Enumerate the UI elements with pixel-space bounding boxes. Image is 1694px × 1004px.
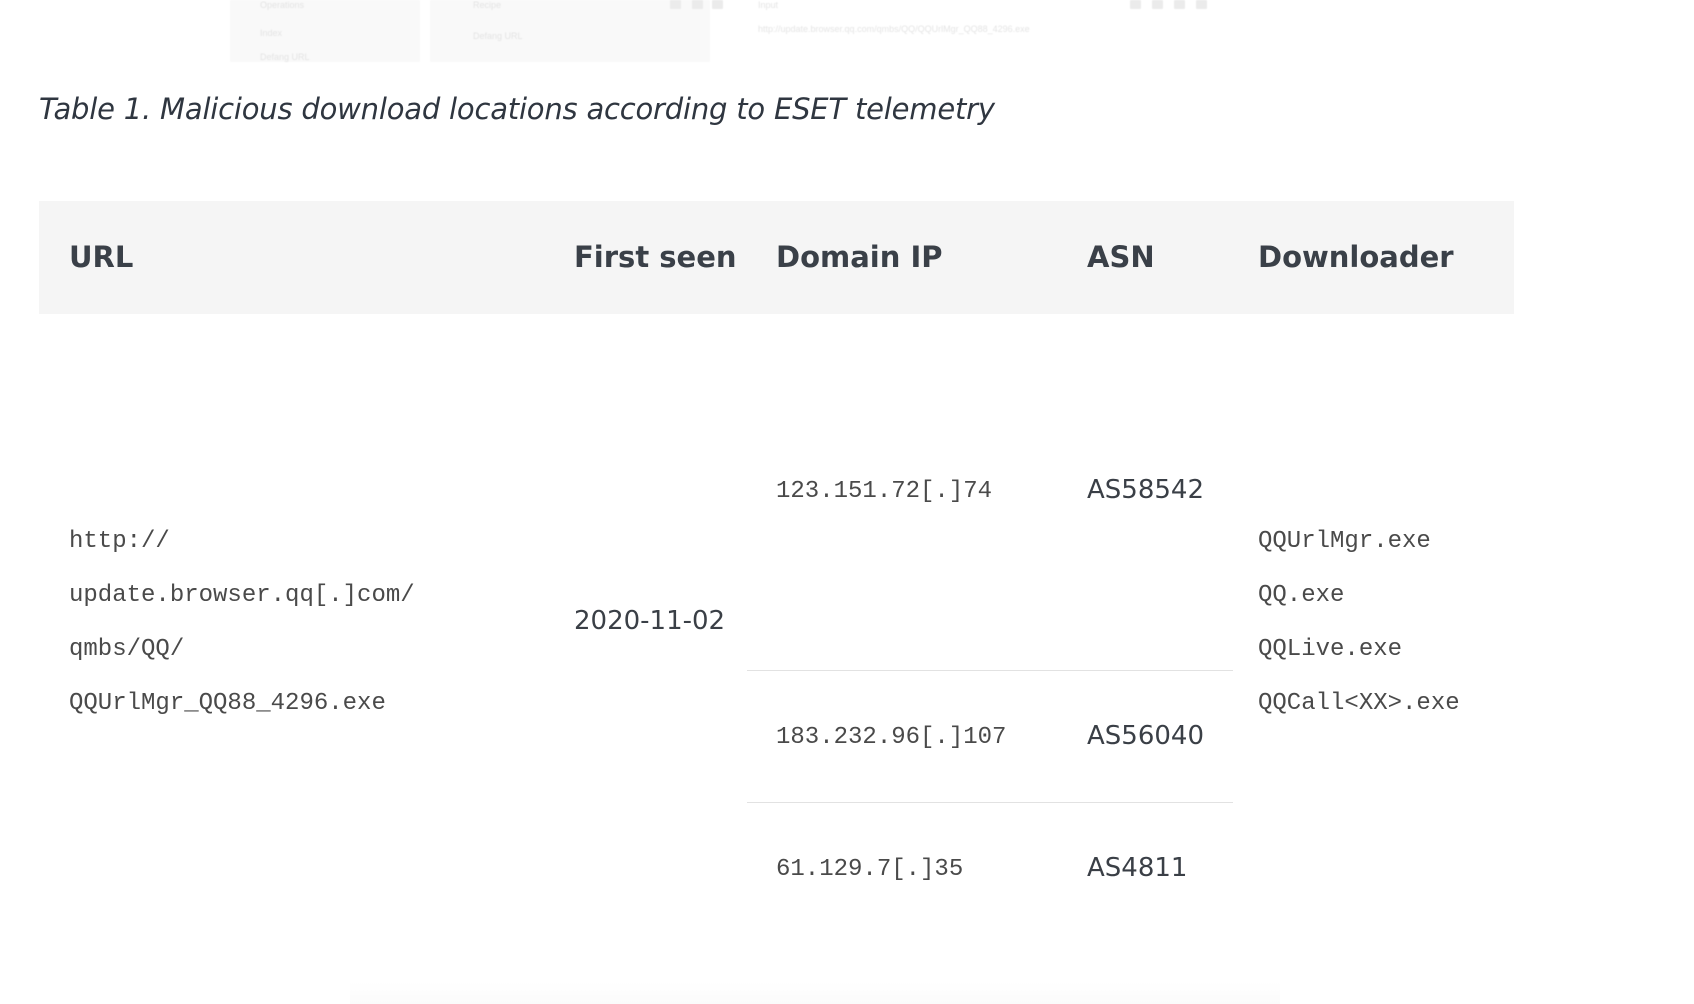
ghost-delete-icon bbox=[1174, 0, 1185, 9]
background-footer-ghost bbox=[350, 982, 1280, 1004]
background-app-ghost: Operations Index Defang URL Recipe Defan… bbox=[230, 0, 1280, 62]
header-domain-ip: Domain IP bbox=[776, 240, 943, 274]
header-asn: ASN bbox=[1087, 240, 1155, 274]
url-line: update.browser.qq[.]com/ bbox=[69, 582, 415, 609]
ghost-operations-label: Operations bbox=[260, 0, 305, 10]
asn-value: AS4811 bbox=[1087, 853, 1188, 883]
row-divider bbox=[747, 802, 1233, 803]
domain-ip: 183.232.96[.]107 bbox=[776, 724, 1007, 751]
ghost-layout-icon bbox=[1196, 0, 1207, 9]
first-seen-date: 2020-11-02 bbox=[574, 606, 726, 636]
downloader-item: QQUrlMgr.exe bbox=[1258, 528, 1431, 555]
domain-ip: 61.129.7[.]35 bbox=[776, 856, 964, 883]
row-divider bbox=[747, 670, 1233, 671]
asn-value: AS56040 bbox=[1087, 721, 1204, 751]
header-downloader: Downloader bbox=[1258, 240, 1454, 274]
ghost-trash-icon bbox=[712, 0, 723, 9]
ghost-recipe-label: Recipe bbox=[473, 0, 502, 10]
url-line: http:// bbox=[69, 528, 170, 555]
ghost-index-item: Index bbox=[260, 28, 283, 38]
ghost-defang-item: Defang URL bbox=[473, 31, 523, 41]
downloader-item: QQLive.exe bbox=[1258, 636, 1403, 663]
ghost-selected-item: Defang URL bbox=[260, 52, 310, 62]
downloader-item: QQ.exe bbox=[1258, 582, 1345, 609]
url-line: QQUrlMgr_QQ88_4296.exe bbox=[69, 690, 386, 717]
ghost-input-label: Input bbox=[758, 0, 779, 10]
ghost-new-tab-icon bbox=[1130, 0, 1141, 9]
asn-value: AS58542 bbox=[1087, 475, 1204, 505]
table-caption: Table 1. Malicious download locations ac… bbox=[39, 92, 995, 126]
ghost-save-icon bbox=[670, 0, 681, 9]
header-first-seen: First seen bbox=[574, 240, 737, 274]
ghost-input-url: http://update.browser.qq.com/qmbs/QQ/QQU… bbox=[758, 24, 1030, 34]
ghost-operations-panel bbox=[230, 0, 420, 62]
ghost-open-icon bbox=[1152, 0, 1163, 9]
ghost-folder-icon bbox=[692, 0, 703, 9]
downloader-item: QQCall<XX>.exe bbox=[1258, 690, 1460, 717]
domain-ip: 123.151.72[.]74 bbox=[776, 478, 993, 505]
header-url: URL bbox=[69, 240, 134, 274]
url-line: qmbs/QQ/ bbox=[69, 636, 185, 663]
ghost-recipe-panel bbox=[430, 0, 710, 62]
